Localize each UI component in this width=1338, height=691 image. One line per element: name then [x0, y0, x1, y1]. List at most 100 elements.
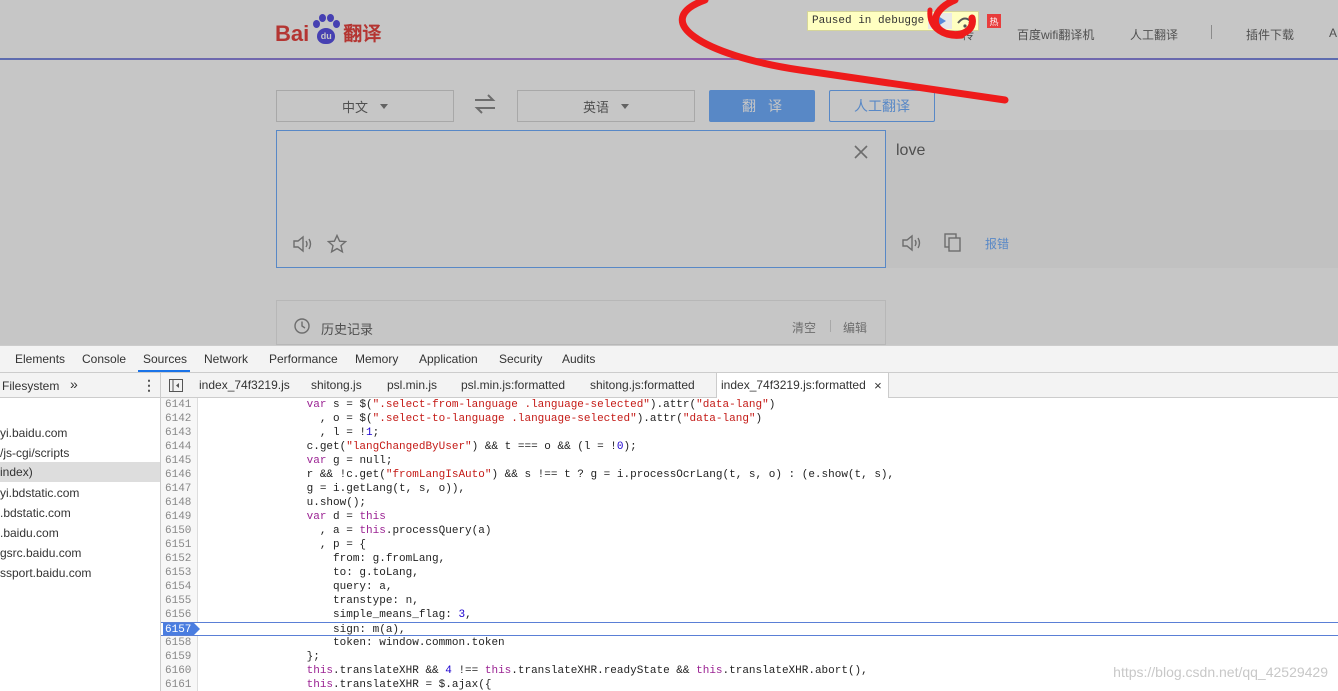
target-language-select[interactable]: 英语 — [517, 90, 695, 122]
nav-item-overflow[interactable]: A — [1329, 26, 1337, 40]
line-number[interactable]: 6149 — [165, 510, 195, 524]
baidu-fanyi-logo[interactable]: Bai du 翻译 — [275, 12, 381, 46]
code-line[interactable]: 6147 g = i.getLang(t, s, o)), — [161, 482, 1338, 496]
file-tab-active[interactable]: index_74f3219.js:formatted × — [716, 373, 889, 399]
nav-item-wifi-translator[interactable]: 百度wifi翻译机 — [1017, 26, 1094, 43]
line-number[interactable]: 6146 — [165, 468, 195, 482]
tab-security[interactable]: Security — [499, 352, 542, 366]
code-text: this.translateXHR && 4 !== this.translat… — [306, 665, 868, 677]
navigator-item[interactable]: /js-cgi/scripts — [0, 443, 160, 463]
toggle-navigator-icon[interactable] — [169, 379, 183, 392]
tab-network[interactable]: Network — [204, 352, 248, 366]
nav-item-human-translation[interactable]: 人工翻译 — [1130, 26, 1178, 43]
code-line[interactable]: 6148 u.show(); — [161, 496, 1338, 510]
human-translate-button[interactable]: 人工翻译 — [829, 90, 935, 122]
line-number[interactable]: 6154 — [165, 580, 195, 594]
tab-application[interactable]: Application — [419, 352, 478, 366]
more-tabs-button[interactable]: » — [70, 376, 78, 392]
line-number[interactable]: 6144 — [165, 440, 195, 454]
code-line[interactable]: 6149 var d = this — [161, 510, 1338, 524]
code-line[interactable]: 6158 token: window.common.token — [161, 636, 1338, 650]
navigator-item[interactable]: .baidu.com — [0, 523, 160, 543]
tab-sources[interactable]: Sources — [143, 352, 187, 366]
file-tab[interactable]: psl.min.js — [387, 373, 437, 398]
line-number[interactable]: 6159 — [165, 650, 195, 664]
report-error-link[interactable]: 报错 — [985, 235, 1009, 252]
code-line[interactable]: 6144 c.get("langChangedByUser") && t ===… — [161, 440, 1338, 454]
code-line[interactable]: 6143 , l = !1; — [161, 426, 1338, 440]
source-text-input[interactable] — [276, 130, 886, 268]
history-edit-button[interactable]: 编辑 — [843, 319, 867, 336]
star-icon[interactable] — [327, 234, 347, 254]
source-language-select[interactable]: 中文 — [276, 90, 454, 122]
navigator-item[interactable]: ssport.baidu.com — [0, 563, 160, 583]
translation-result-text: love — [896, 142, 926, 159]
navigator-item[interactable]: .bdstatic.com — [0, 503, 160, 523]
line-number[interactable]: 6142 — [165, 412, 195, 426]
line-number[interactable]: 6158 — [165, 636, 195, 650]
file-tab[interactable]: shitong.js — [311, 373, 362, 398]
code-line[interactable]: 6142 , o = $(".select-to-language .langu… — [161, 412, 1338, 426]
code-line[interactable]: 6154 query: a, — [161, 580, 1338, 594]
code-line[interactable]: 6155 transtype: n, — [161, 594, 1338, 608]
navigator-item[interactable]: gsrc.baidu.com — [0, 543, 160, 563]
code-line[interactable]: 6141 var s = $(".select-from-language .l… — [161, 398, 1338, 412]
nav-item-plugin-download[interactable]: 插件下载 — [1246, 26, 1294, 43]
code-text: this.translateXHR = $.ajax({ — [306, 679, 492, 691]
translate-button[interactable]: 翻译 — [709, 90, 815, 122]
step-over-button[interactable] — [952, 13, 978, 29]
code-text: token: window.common.token — [201, 637, 505, 649]
line-number[interactable]: 6147 — [165, 482, 195, 496]
sources-navigator: Filesystem » ⋮ yi.baidu.com /js-cgi/scri… — [0, 373, 161, 691]
tab-audits[interactable]: Audits — [562, 352, 595, 366]
history-clear-button[interactable]: 清空 — [792, 319, 816, 336]
file-tab[interactable]: index_74f3219.js — [199, 373, 290, 398]
code-line[interactable]: 6146 r && !c.get("fromLangIsAuto") && s … — [161, 468, 1338, 482]
speaker-icon[interactable] — [901, 234, 923, 252]
line-number[interactable]: 6141 — [165, 398, 195, 412]
code-line[interactable]: 6152 from: g.fromLang, — [161, 552, 1338, 566]
clear-input-icon[interactable] — [854, 145, 868, 159]
line-number[interactable]: 6156 — [165, 608, 195, 622]
line-number[interactable]: 6160 — [165, 664, 195, 678]
line-number[interactable]: 6161 — [165, 678, 195, 691]
code-line[interactable]: 6151 , p = { — [161, 538, 1338, 552]
header-divider — [0, 58, 1338, 60]
code-text: , a = this.processQuery(a) — [201, 525, 492, 537]
code-line[interactable]: 6156 simple_means_flag: 3, — [161, 608, 1338, 622]
line-number[interactable]: 6148 — [165, 496, 195, 510]
tab-elements[interactable]: Elements — [15, 352, 65, 366]
editor-file-tabs: index_74f3219.js shitong.js psl.min.js p… — [161, 373, 1338, 399]
tab-filesystem[interactable]: Filesystem — [2, 379, 59, 393]
tab-performance[interactable]: Performance — [269, 352, 338, 366]
line-number[interactable]: 6151 — [165, 538, 195, 552]
close-tab-icon[interactable]: × — [874, 373, 882, 398]
swap-languages-icon[interactable] — [473, 93, 497, 115]
kebab-menu-icon[interactable]: ⋮ — [142, 377, 156, 394]
code-line[interactable]: 6153 to: g.toLang, — [161, 566, 1338, 580]
line-number[interactable]: 6145 — [165, 454, 195, 468]
file-tab[interactable]: psl.min.js:formatted — [461, 373, 565, 398]
line-number[interactable]: 6143 — [165, 426, 195, 440]
code-line[interactable]: 6159 }; — [161, 650, 1338, 664]
step-over-icon — [957, 17, 974, 28]
line-number[interactable]: 6152 — [165, 552, 195, 566]
code-line-paused[interactable]: 6157 sign: m(a), — [161, 622, 1338, 636]
navigator-item-selected[interactable]: index) — [0, 462, 160, 482]
resume-execution-button[interactable] — [928, 13, 952, 29]
line-number[interactable]: 6153 — [165, 566, 195, 580]
code-editor[interactable]: 6141 var s = $(".select-from-language .l… — [161, 398, 1338, 691]
navigator-item[interactable]: yi.bdstatic.com — [0, 483, 160, 503]
code-line[interactable]: 6145 var g = null; — [161, 454, 1338, 468]
line-number[interactable]: 6155 — [165, 594, 195, 608]
line-number[interactable]: 6157 — [165, 623, 195, 637]
tab-console[interactable]: Console — [82, 352, 126, 366]
file-tab[interactable]: shitong.js:formatted — [590, 373, 695, 398]
tab-memory[interactable]: Memory — [355, 352, 398, 366]
navigator-item[interactable]: yi.baidu.com — [0, 423, 160, 443]
speaker-icon[interactable] — [292, 235, 314, 253]
copy-icon[interactable] — [944, 233, 962, 253]
code-line[interactable]: 6150 , a = this.processQuery(a) — [161, 524, 1338, 538]
history-panel: 历史记录 清空 编辑 — [276, 300, 886, 345]
line-number[interactable]: 6150 — [165, 524, 195, 538]
